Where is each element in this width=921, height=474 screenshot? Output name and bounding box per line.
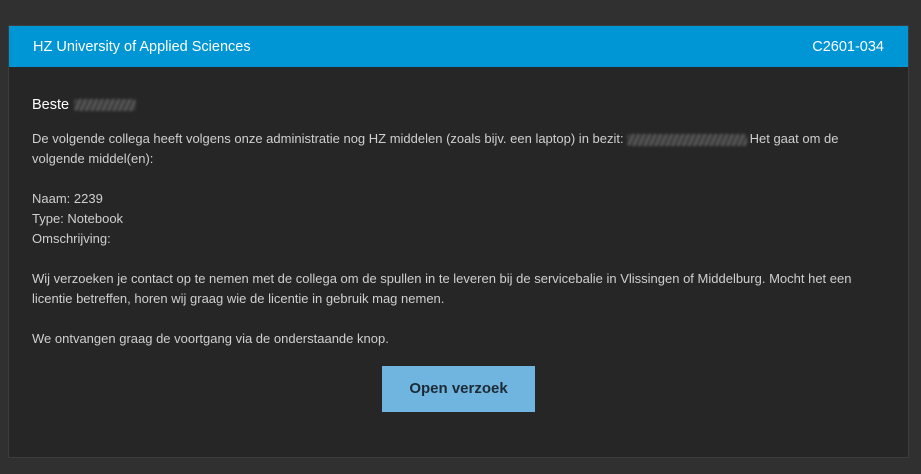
organization-name: HZ University of Applied Sciences (33, 38, 251, 55)
request-paragraph: Wij verzoeken je contact op te nemen met… (32, 271, 852, 306)
item-details: Naam: 2239 Type: Notebook Omschrijving: (32, 189, 885, 249)
greeting-text: Beste (32, 97, 70, 113)
item-description: Omschrijving: (32, 231, 111, 246)
greeting-line: Beste (32, 95, 885, 115)
open-request-button[interactable]: Open verzoek (382, 366, 535, 412)
closing-paragraph: We ontvangen graag de voortgang via de o… (32, 331, 389, 346)
item-name: Naam: 2239 (32, 191, 103, 206)
item-type: Type: Notebook (32, 211, 124, 226)
reference-number: C2601-034 (812, 38, 884, 55)
intro-text-before: De volgende collega heeft volgens onze a… (32, 131, 624, 146)
redacted-colleague (626, 133, 747, 146)
button-container: Open verzoek (32, 366, 885, 412)
email-header: HZ University of Applied Sciences C2601-… (9, 26, 908, 67)
intro-paragraph: De volgende collega heeft volgens onze a… (32, 129, 885, 169)
email-body: Beste De volgende collega heeft volgens … (9, 67, 908, 412)
redacted-name (74, 99, 137, 111)
email-card: HZ University of Applied Sciences C2601-… (8, 25, 909, 458)
